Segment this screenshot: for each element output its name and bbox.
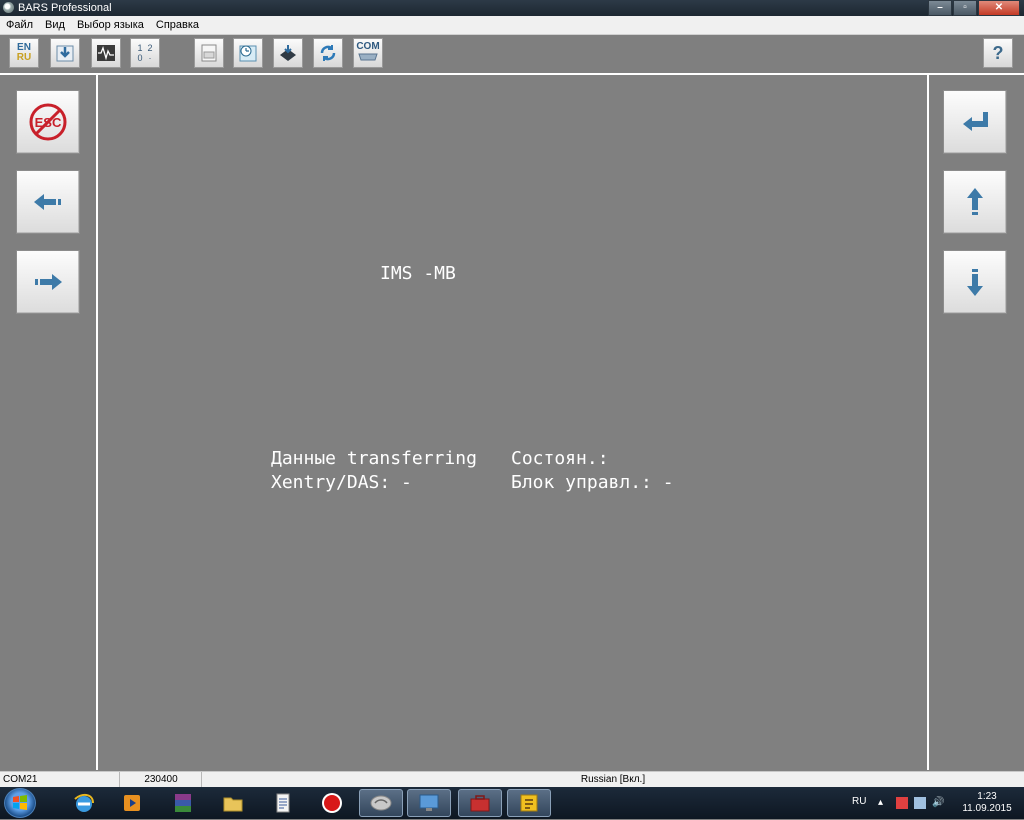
num-2: 2: [147, 43, 153, 53]
taskbar-document[interactable]: [261, 789, 305, 817]
menu-bar: Файл Вид Выбор языка Справка: [0, 16, 1024, 35]
volume-icon[interactable]: 🔊: [932, 797, 944, 809]
left-arrow-button[interactable]: [16, 170, 80, 234]
internet-explorer-icon: [74, 793, 94, 812]
network-icon: [520, 794, 538, 812]
clock-date: 11.09.2015: [962, 803, 1012, 814]
taskbar-bars-app[interactable]: [359, 789, 403, 817]
input-language[interactable]: RU: [852, 796, 866, 807]
taskbar: RU ▴ 🔊 1:23 11.09.2015: [0, 787, 1024, 819]
enter-icon: [963, 112, 988, 131]
oscilloscope-button[interactable]: [91, 38, 121, 68]
taskbar-winrar[interactable]: [161, 789, 205, 817]
num-0: 0: [137, 53, 143, 63]
taskbar-remote-desktop[interactable]: [407, 789, 451, 817]
taskbar-toolbox[interactable]: [458, 789, 502, 817]
taskbar-network[interactable]: [507, 789, 551, 817]
menu-view[interactable]: Вид: [39, 19, 71, 31]
tray-expand-icon[interactable]: ▴: [878, 797, 890, 809]
clock[interactable]: 1:23 11.09.2015: [962, 791, 1012, 815]
enter-button[interactable]: [943, 90, 1007, 154]
menu-language[interactable]: Выбор языка: [71, 19, 150, 31]
minimize-button[interactable]: –: [928, 0, 952, 16]
clock-icon: [239, 45, 257, 62]
media-player-icon: [124, 795, 140, 811]
device-icon: [280, 45, 296, 61]
archive-icon: [175, 794, 191, 812]
help-button[interactable]: ?: [983, 38, 1013, 68]
window-controls: – ▫ ✕: [927, 0, 1020, 16]
esc-label: ESC: [35, 115, 62, 130]
monitor-icon: [419, 794, 439, 811]
close-button[interactable]: ✕: [978, 0, 1020, 16]
bars-app-icon: [370, 795, 392, 811]
xentry-das-value: Xentry/DAS: -: [271, 472, 412, 493]
taskbar-ie[interactable]: [62, 789, 106, 817]
device-write-button[interactable]: [273, 38, 303, 68]
lang-ru-label: RU: [16, 52, 32, 63]
com-label: COM: [356, 41, 380, 52]
right-nav-panel: [927, 75, 1024, 770]
app-icon: [3, 2, 14, 13]
document-icon: [276, 793, 290, 813]
report-icon: [201, 44, 217, 62]
arrow-right-icon: [35, 274, 62, 290]
taskbar-explorer[interactable]: [211, 789, 255, 817]
language-toggle-button[interactable]: EN RU: [9, 38, 39, 68]
start-button[interactable]: [4, 788, 36, 818]
clock-time: 1:23: [977, 791, 997, 802]
windows-logo-icon: [13, 795, 27, 810]
arrow-down-icon: [967, 269, 983, 296]
refresh-icon: [320, 45, 336, 61]
data-transfer-label: Данные transferring: [271, 448, 477, 469]
esc-button[interactable]: ESC: [16, 90, 80, 154]
menu-file[interactable]: Файл: [0, 19, 39, 31]
toolbox-icon: [470, 795, 490, 812]
num-1: 1: [137, 43, 143, 53]
taskbar-recorder[interactable]: [310, 789, 354, 817]
network-tray-icon[interactable]: [914, 797, 926, 809]
ecu-display: IMS -MB Данные transferring Состоян.: Xe…: [98, 75, 925, 770]
numeric-button[interactable]: 1 2 0 ·: [130, 38, 160, 68]
menu-help[interactable]: Справка: [150, 19, 205, 31]
clock-button[interactable]: [233, 38, 263, 68]
toolbar: EN RU 1 2 0 · COM ?: [0, 35, 1024, 75]
up-arrow-button[interactable]: [943, 170, 1007, 234]
folder-icon: [223, 797, 243, 812]
refresh-button[interactable]: [313, 38, 343, 68]
module-header: IMS -MB: [380, 263, 456, 284]
taskbar-media-player[interactable]: [110, 789, 154, 817]
right-arrow-button[interactable]: [16, 250, 80, 314]
status-bar: COM21 230400 Russian [Вкл.]: [0, 771, 1024, 787]
record-icon: [322, 793, 342, 813]
window-title: BARS Professional: [18, 2, 112, 14]
control-unit-value: Блок управл.: -: [511, 472, 674, 493]
download-button[interactable]: [50, 38, 80, 68]
language-status: Russian [Вкл.]: [580, 774, 646, 785]
esc-icon: ESC: [29, 103, 67, 141]
help-label: ?: [992, 42, 1004, 63]
down-arrow-button[interactable]: [943, 250, 1007, 314]
waveform-icon: [97, 45, 115, 61]
action-center-icon[interactable]: [896, 797, 908, 809]
arrow-up-icon: [967, 188, 983, 215]
baud-rate-status: 230400: [121, 772, 202, 787]
arrow-left-icon: [34, 194, 61, 210]
download-icon: [56, 45, 74, 62]
status-label: Состоян.:: [511, 448, 609, 469]
com-port-button[interactable]: COM: [353, 38, 383, 68]
report-button[interactable]: [194, 38, 224, 68]
title-bar: BARS Professional – ▫ ✕: [0, 0, 1024, 16]
serial-port-icon: [358, 53, 378, 61]
com-port-status: COM21: [0, 772, 120, 787]
left-nav-panel: ESC: [0, 75, 98, 770]
restore-button[interactable]: ▫: [953, 0, 977, 16]
num-dot: ·: [148, 53, 152, 63]
